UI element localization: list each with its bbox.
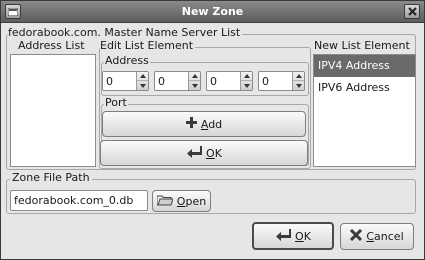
open-button-label: Open <box>176 194 207 208</box>
address-label: Address <box>104 54 150 67</box>
add-icon <box>185 117 197 131</box>
close-window-button[interactable] <box>404 4 420 19</box>
octet-3-up-button[interactable] <box>241 72 252 81</box>
ok-arrow-icon <box>186 145 203 161</box>
octet-2-value: 0 <box>158 75 165 88</box>
list-item-ipv4[interactable]: IPV4 Address <box>314 55 415 77</box>
octet-2-spinner[interactable]: 0 <box>154 71 201 91</box>
octet-4-value: 0 <box>262 75 269 88</box>
octet-2-down-button[interactable] <box>189 81 200 90</box>
open-button[interactable]: Open <box>152 190 211 212</box>
arrow-down-icon <box>139 83 146 88</box>
new-list-label: New List Element <box>314 39 410 52</box>
arrow-down-icon <box>295 83 302 88</box>
octet-1-value: 0 <box>106 75 113 88</box>
new-list-element-list[interactable]: IPV4 Address IPV6 Address <box>313 54 416 167</box>
arrow-up-icon <box>295 74 302 78</box>
octet-2-up-button[interactable] <box>189 72 200 81</box>
octet-3-spinner[interactable]: 0 <box>206 71 253 91</box>
master-list-label: fedorabook.com. Master Name Server List <box>8 26 243 39</box>
ok-arrow-icon <box>275 228 292 244</box>
zone-file-path-input[interactable]: fedorabook.com_0.db <box>10 190 148 211</box>
arrow-down-icon <box>243 83 250 88</box>
ok-button[interactable]: OK <box>252 222 334 250</box>
address-list[interactable] <box>10 54 96 167</box>
cancel-button[interactable]: Cancel <box>340 223 414 250</box>
octet-1-spinner[interactable]: 0 <box>102 71 149 91</box>
arrow-up-icon <box>243 74 250 78</box>
zone-file-label: Zone File Path <box>10 171 92 184</box>
list-item-ipv6[interactable]: IPV6 Address <box>314 77 415 99</box>
add-button-label: Add <box>200 117 223 131</box>
arrow-up-icon <box>139 74 146 78</box>
folder-icon <box>156 194 174 209</box>
cancel-icon <box>350 228 363 244</box>
octet-4-down-button[interactable] <box>293 81 304 90</box>
edit-ok-button[interactable]: OK <box>100 140 308 166</box>
title-bar[interactable]: New Zone <box>1 1 424 23</box>
port-label: Port <box>104 96 128 109</box>
octet-4-up-button[interactable] <box>293 72 304 81</box>
new-zone-dialog: New Zone fedorabook.com. Master Name Ser… <box>0 0 425 260</box>
ok-button-label: OK <box>295 229 311 243</box>
arrow-up-icon <box>191 74 198 78</box>
edit-list-label: Edit List Element <box>100 39 196 52</box>
add-button[interactable]: Add <box>102 111 306 137</box>
octet-1-up-button[interactable] <box>137 72 148 81</box>
edit-ok-button-label: OK <box>206 146 222 160</box>
octet-4-spinner[interactable]: 0 <box>258 71 305 91</box>
octet-3-value: 0 <box>210 75 217 88</box>
octet-1-down-button[interactable] <box>137 81 148 90</box>
arrow-down-icon <box>191 83 198 88</box>
octet-3-down-button[interactable] <box>241 81 252 90</box>
close-icon <box>407 7 417 16</box>
window-title: New Zone <box>181 5 244 18</box>
cancel-button-label: Cancel <box>366 230 404 243</box>
address-list-label: Address List <box>18 39 85 52</box>
